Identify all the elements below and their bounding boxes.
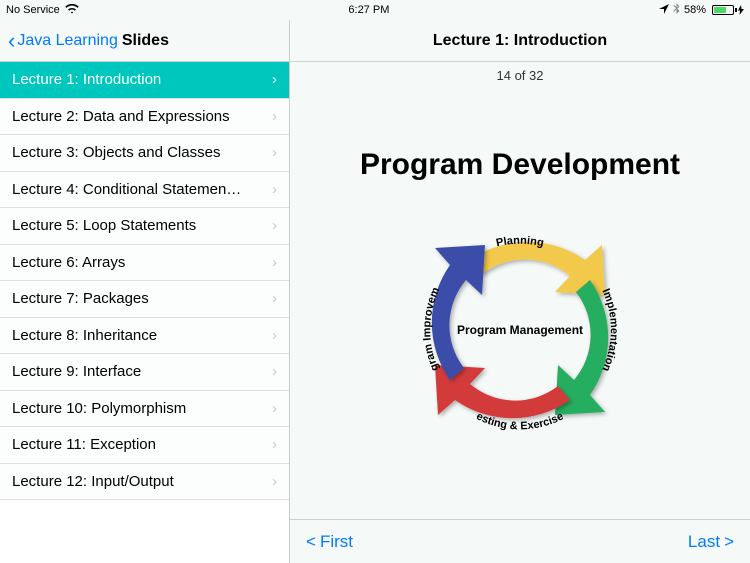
improvement-arrow [432,245,485,380]
lecture-item-1[interactable]: Lecture 1: Introduction › [0,62,289,99]
lecture-label: Lecture 12: Input/Output [12,473,174,490]
center-label: Program Management [457,323,583,337]
status-right: 58% [659,3,744,17]
chevron-right-icon: › [272,71,277,88]
first-button[interactable]: < First [306,532,353,552]
back-label: Java Learning [17,32,118,50]
status-left: No Service [6,4,79,17]
first-label: First [320,532,353,552]
status-bar: No Service 6:27 PM 58% [0,0,750,20]
chevron-right-icon: › [272,400,277,417]
lecture-label: Lecture 2: Data and Expressions [12,108,230,125]
back-button[interactable]: ‹ Java Learning [8,28,118,54]
lecture-label: Lecture 10: Polymorphism [12,400,186,417]
lecture-label: Lecture 11: Exception [12,436,156,453]
battery-icon [710,5,744,15]
chevron-right-icon: › [272,217,277,234]
chevron-right-icon: › [272,181,277,198]
main-pane: Lecture 1: Introduction 14 of 32 Program… [290,20,750,563]
lecture-item-12[interactable]: Lecture 12: Input/Output › [0,464,289,501]
chevron-right-icon: › [272,144,277,161]
lecture-list: Lecture 1: Introduction›Lecture 2: Data … [0,62,289,563]
chevron-right-icon: › [272,436,277,453]
lecture-item-7[interactable]: Lecture 7: Packages › [0,281,289,318]
lecture-item-5[interactable]: Lecture 5: Loop Statements › [0,208,289,245]
lecture-label: Lecture 7: Packages [12,290,149,307]
lecture-label: Lecture 4: Conditional Statemen… [12,181,241,198]
chevron-left-icon: < [306,532,316,552]
cycle-diagram: Planning Implementation Testing & Exerci… [390,200,650,460]
lecture-label: Lecture 5: Loop Statements [12,217,196,234]
chevron-right-icon: › [272,327,277,344]
sidebar: ‹ Java Learning Slides Lecture 1: Introd… [0,20,290,563]
lecture-item-3[interactable]: Lecture 3: Objects and Classes › [0,135,289,172]
lecture-label: Lecture 8: Inheritance [12,327,157,344]
last-button[interactable]: Last > [688,532,734,552]
footer-nav: < First Last > [290,519,750,563]
chevron-right-icon: › [272,108,277,125]
lecture-item-4[interactable]: Lecture 4: Conditional Statemen… › [0,172,289,209]
slide-counter: 14 of 32 [290,62,750,89]
location-icon [659,4,669,17]
chevron-right-icon: › [272,254,277,271]
clock: 6:27 PM [348,4,389,16]
lecture-label: Lecture 6: Arrays [12,254,125,271]
sidebar-title: Slides [122,32,169,50]
wifi-icon [65,4,79,17]
battery-percent: 58% [684,4,706,16]
chevron-right-icon: > [724,532,734,552]
improvement-label: Program Improvement [390,200,442,373]
lecture-item-10[interactable]: Lecture 10: Polymorphism › [0,391,289,428]
lecture-item-6[interactable]: Lecture 6: Arrays › [0,245,289,282]
lecture-item-2[interactable]: Lecture 2: Data and Expressions › [0,99,289,136]
lecture-label: Lecture 9: Interface [12,363,141,380]
chevron-left-icon: ‹ [8,28,15,54]
chevron-right-icon: › [272,290,277,307]
lecture-item-11[interactable]: Lecture 11: Exception › [0,427,289,464]
bluetooth-icon [673,3,680,17]
last-label: Last [688,532,720,552]
svg-text:Program Improvement: Program Improvement [390,200,442,373]
sidebar-header: ‹ Java Learning Slides [0,20,289,62]
service-status: No Service [6,4,60,16]
main-header: Lecture 1: Introduction [290,20,750,62]
chevron-right-icon: › [272,473,277,490]
slide-area[interactable]: Program Development [290,89,750,519]
lecture-item-8[interactable]: Lecture 8: Inheritance › [0,318,289,355]
lecture-label: Lecture 1: Introduction [12,71,161,88]
lecture-item-9[interactable]: Lecture 9: Interface › [0,354,289,391]
slide-content: Program Development [310,148,730,460]
slide-title: Program Development [310,148,730,182]
page-title: Lecture 1: Introduction [433,32,607,50]
lecture-label: Lecture 3: Objects and Classes [12,144,220,161]
chevron-right-icon: › [272,363,277,380]
